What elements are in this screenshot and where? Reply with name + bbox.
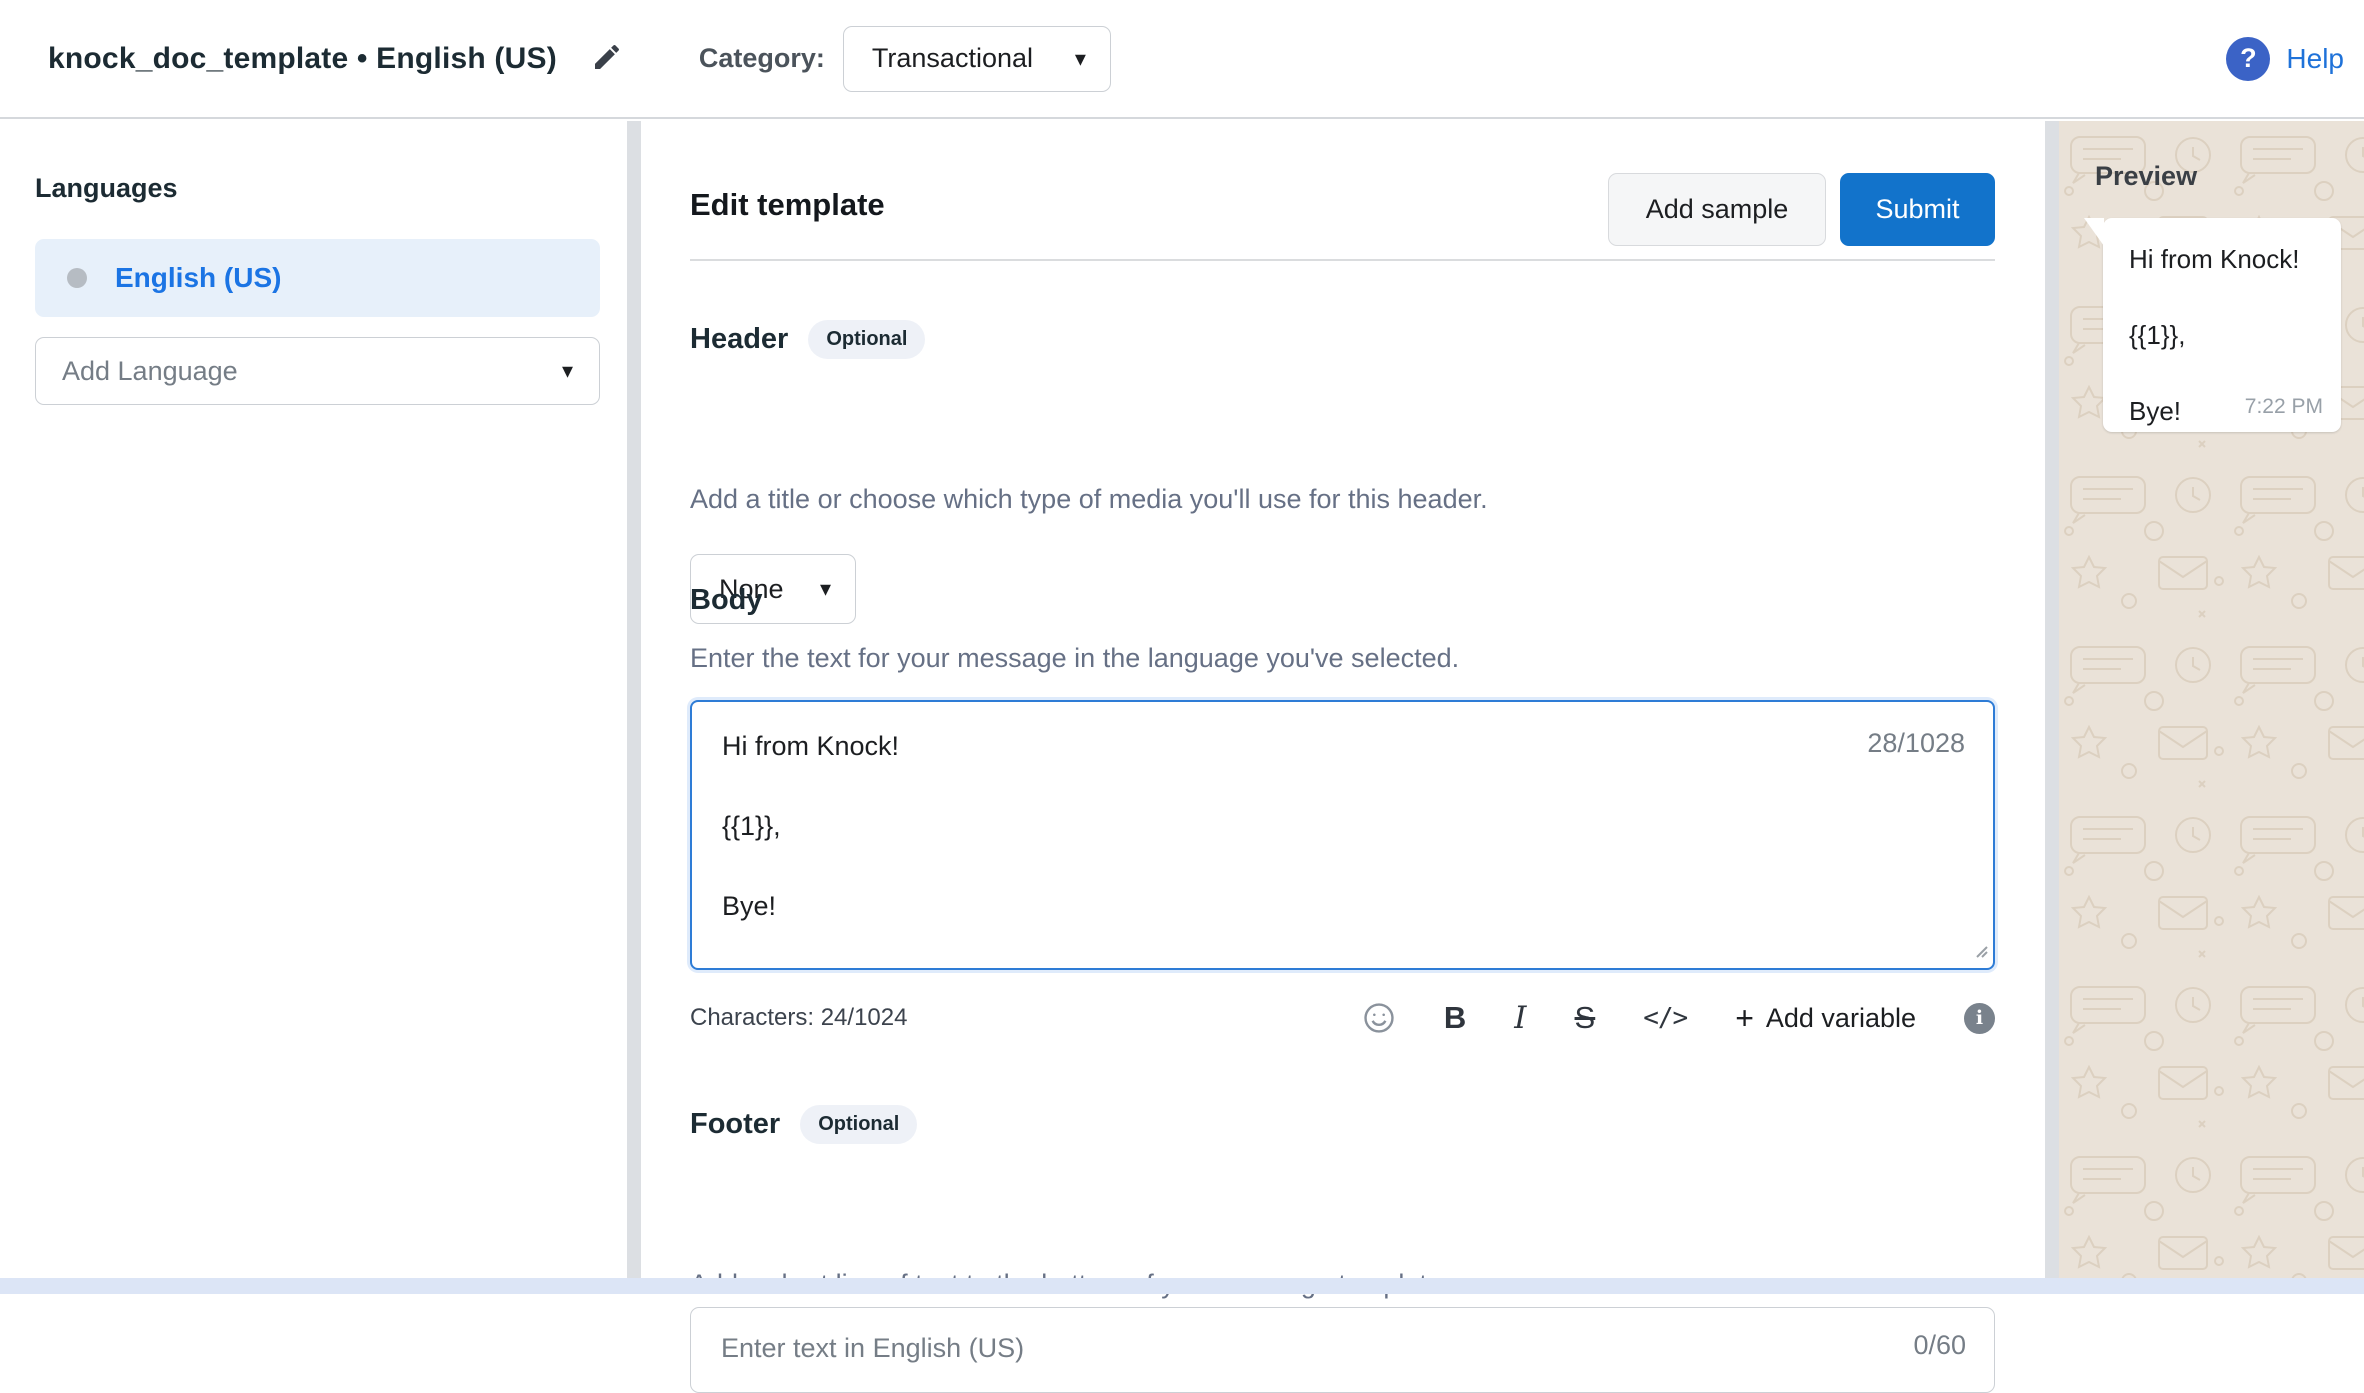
add-variable-button[interactable]: + Add variable	[1735, 1000, 1916, 1037]
page-title: Edit template	[690, 187, 885, 223]
category-label: Category:	[699, 43, 825, 74]
body-section-title-row: Body	[690, 584, 763, 617]
header-section-title: Header	[690, 323, 788, 356]
top-bar: knock_doc_template • English (US) Catego…	[0, 0, 2364, 119]
bottom-overlay-strip	[0, 1278, 2364, 1294]
preview-panel: Preview Hi from Knock! {{1}}, Bye! 7:22 …	[2059, 121, 2364, 1294]
body-textarea[interactable]: Hi from Knock! {{1}}, Bye! 28/1028	[690, 700, 1995, 970]
section-divider	[690, 259, 1995, 261]
italic-icon[interactable]: I	[1514, 1000, 1526, 1036]
submit-button[interactable]: Submit	[1840, 173, 1995, 246]
chevron-down-icon: ▾	[562, 360, 573, 382]
emoji-icon[interactable]	[1362, 1001, 1396, 1035]
footer-text-input[interactable]	[721, 1326, 1771, 1370]
preview-heading: Preview	[2095, 161, 2197, 192]
category-value: Transactional	[872, 43, 1033, 74]
body-toolbar-row: Characters: 24/1024 B I S </> + Add vari…	[690, 996, 1995, 1040]
help-label: Help	[2286, 43, 2344, 75]
help-link[interactable]: ? Help	[2226, 37, 2344, 81]
optional-badge: Optional	[800, 1105, 917, 1144]
plus-icon: +	[1735, 1000, 1754, 1037]
code-icon[interactable]: </>	[1643, 1003, 1687, 1033]
footer-section-title: Footer	[690, 1108, 780, 1141]
help-question-icon: ?	[2226, 37, 2270, 81]
formatting-toolbar: B I S </> + Add variable i	[1362, 1000, 1995, 1037]
add-variable-label: Add variable	[1766, 1003, 1916, 1034]
footer-char-counter: 0/60	[1913, 1330, 1966, 1361]
footer-section-title-row: Footer Optional	[690, 1105, 917, 1144]
template-title: knock_doc_template • English (US)	[48, 42, 557, 76]
resize-handle-icon[interactable]	[1972, 942, 1988, 963]
edit-title-button[interactable]	[585, 37, 629, 81]
main-scrollbar[interactable]	[2045, 121, 2059, 1294]
pencil-icon	[591, 41, 623, 76]
language-label: English (US)	[115, 262, 281, 294]
bubble-tail-icon	[2084, 218, 2104, 246]
bold-icon[interactable]: B	[1444, 1000, 1466, 1036]
languages-heading: Languages	[35, 173, 178, 204]
chevron-down-icon: ▾	[1075, 48, 1086, 70]
sidebar-item-english-us[interactable]: English (US)	[35, 239, 600, 317]
message-timestamp: 7:22 PM	[2245, 395, 2323, 419]
characters-count-label: Characters: 24/1024	[690, 1004, 907, 1032]
add-language-dropdown[interactable]: Add Language ▾	[35, 337, 600, 405]
body-char-counter: 28/1028	[1867, 728, 1965, 759]
header-section-title-row: Header Optional	[690, 320, 925, 359]
category-dropdown[interactable]: Transactional ▾	[843, 26, 1111, 92]
footer-input-wrap: 0/60	[690, 1307, 1995, 1393]
strikethrough-icon[interactable]: S	[1575, 1000, 1596, 1036]
body-section-title: Body	[690, 584, 763, 617]
info-icon[interactable]: i	[1964, 1003, 1995, 1034]
header-section-description: Add a title or choose which type of medi…	[690, 484, 1488, 515]
sidebar-scrollbar[interactable]	[627, 121, 641, 1294]
optional-badge: Optional	[808, 320, 925, 359]
languages-sidebar: Languages English (US) Add Language ▾	[0, 121, 627, 1294]
edit-template-panel: Edit template Add sample Submit Header O…	[641, 121, 2045, 1294]
chevron-down-icon: ▾	[820, 578, 831, 600]
add-sample-button[interactable]: Add sample	[1608, 173, 1826, 246]
message-bubble: Hi from Knock! {{1}}, Bye! 7:22 PM	[2103, 218, 2341, 432]
body-text: Hi from Knock! {{1}}, Bye!	[722, 726, 1813, 926]
body-section-description: Enter the text for your message in the l…	[690, 643, 1459, 674]
add-language-placeholder: Add Language	[62, 356, 238, 387]
language-status-dot-icon	[67, 268, 87, 288]
